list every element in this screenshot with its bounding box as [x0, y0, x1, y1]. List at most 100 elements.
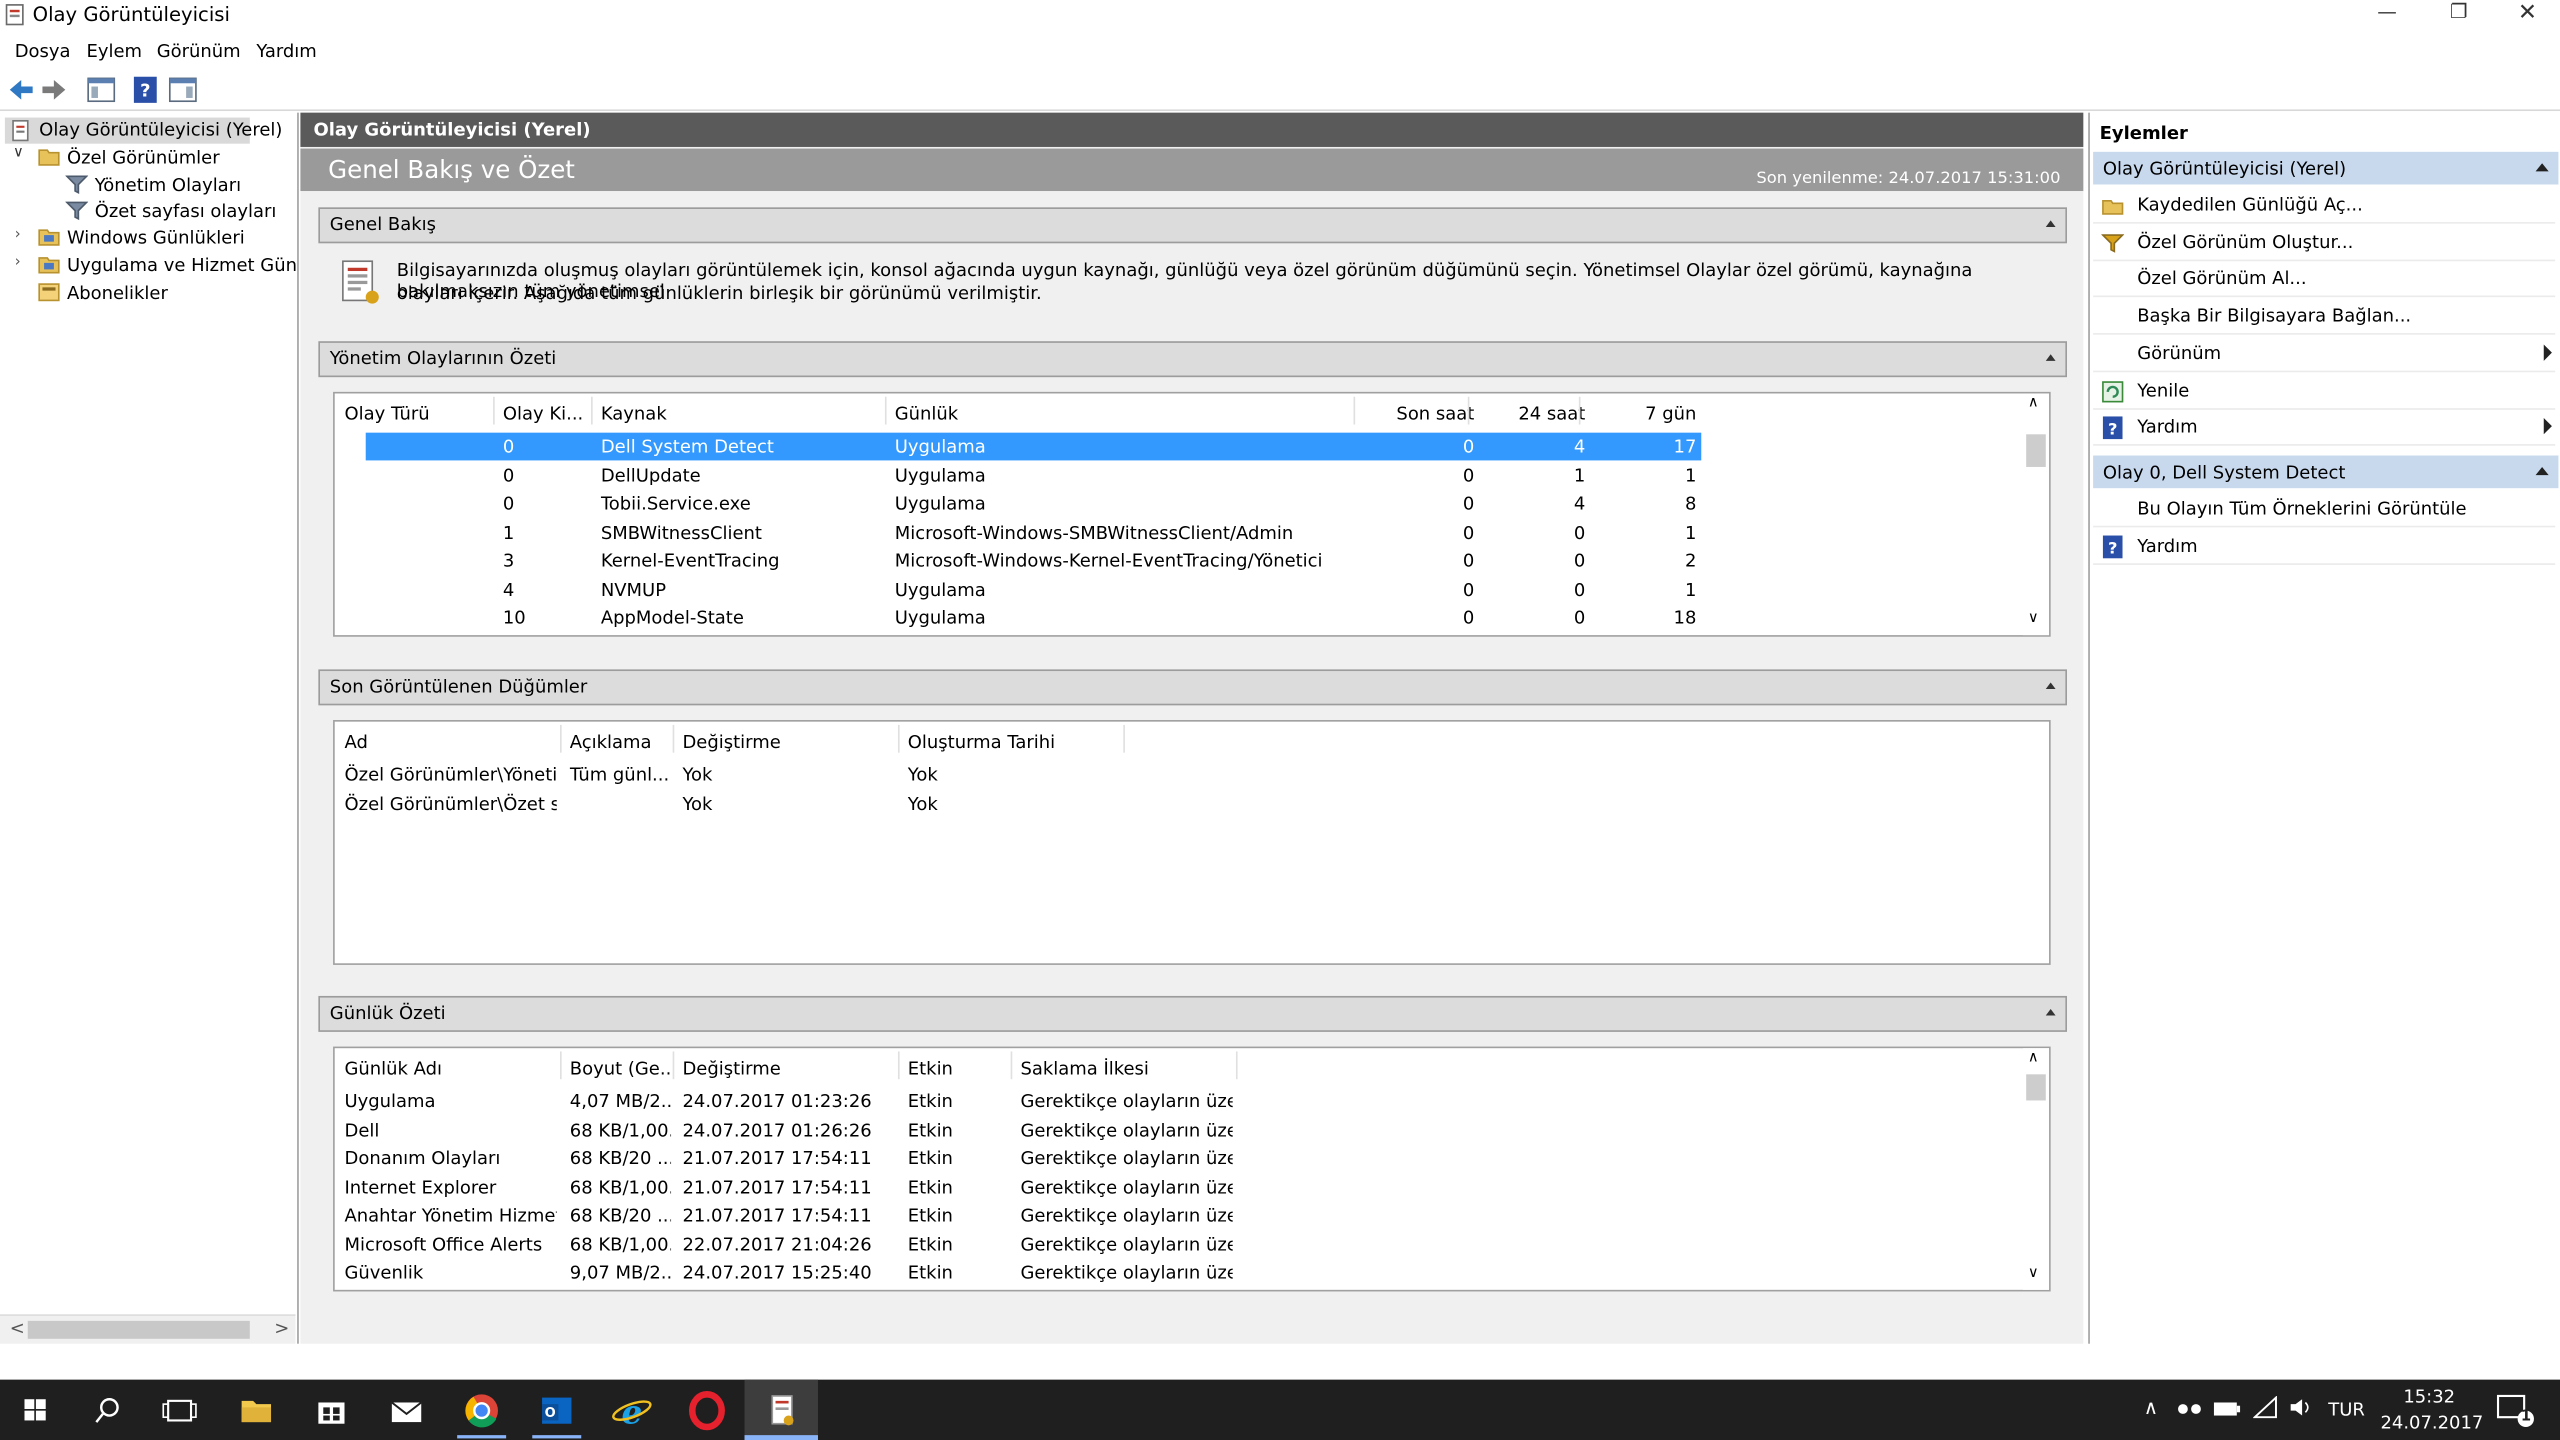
- internet-explorer-icon[interactable]: e: [602, 1388, 661, 1434]
- table-row[interactable]: 0 Dell System Detect Uygulama 0 4 17: [365, 432, 1702, 461]
- column-header[interactable]: Günlük: [895, 403, 1360, 424]
- table-row[interactable]: Özel Görünümler\Özet sa... Yok Yok: [335, 789, 1315, 817]
- column-header[interactable]: Kaynak: [601, 403, 887, 424]
- column-divider[interactable]: [1578, 396, 1581, 425]
- column-divider[interactable]: [897, 724, 900, 753]
- column-header[interactable]: Günlük Adı: [344, 1058, 556, 1079]
- collapse-icon[interactable]: [2045, 1009, 2056, 1016]
- table-row[interactable]: Güvenlik 9,07 MB/2... 24.07.2017 15:25:40 E…: [335, 1259, 1315, 1287]
- opera-icon[interactable]: [678, 1388, 737, 1434]
- column-header[interactable]: Olay Türü: [344, 403, 491, 424]
- menu-view[interactable]: Görünüm: [157, 41, 241, 62]
- log-summary-section-header[interactable]: Günlük Özeti: [318, 995, 2067, 1032]
- column-divider[interactable]: [1353, 396, 1356, 425]
- recent-nodes-section-header[interactable]: Son Görüntülenen Düğümler: [318, 669, 2067, 706]
- column-header[interactable]: Değiştirme: [682, 1058, 894, 1079]
- tray-overflow-icon[interactable]: ∧: [2144, 1396, 2158, 1419]
- column-divider[interactable]: [1123, 724, 1125, 753]
- minimize-button[interactable]: —: [2351, 0, 2423, 26]
- collapse-icon[interactable]: [2045, 682, 2056, 689]
- back-arrow-icon[interactable]: [7, 75, 36, 104]
- collapse-icon[interactable]: [2045, 354, 2056, 361]
- column-header[interactable]: Açıklama: [570, 731, 671, 752]
- column-header[interactable]: Olay Ki...: [503, 403, 594, 424]
- table-row[interactable]: 0 DellUpdate Uygulama 0 1 1: [366, 461, 1702, 489]
- scroll-right-icon[interactable]: >: [274, 1318, 289, 1339]
- column-divider[interactable]: [591, 396, 593, 425]
- scroll-up-icon[interactable]: ∧: [2028, 1050, 2039, 1066]
- action-help[interactable]: ? Yardım: [2093, 410, 2556, 447]
- clock-date[interactable]: 24.07.2017: [2380, 1412, 2483, 1433]
- action-view-all-instances[interactable]: Bu Olayın Tüm Örneklerini Görüntüle: [2093, 491, 2556, 528]
- column-header[interactable]: Oluşturma Tarihi: [908, 731, 1120, 752]
- admin-summary-section-header[interactable]: Yönetim Olaylarının Özeti: [318, 341, 2067, 378]
- expanded-chevron-icon[interactable]: ∨: [13, 145, 24, 161]
- actions-group-header-event[interactable]: Olay 0, Dell System Detect: [2093, 455, 2559, 489]
- show-hide-action-pane-icon[interactable]: [168, 75, 197, 104]
- action-view[interactable]: Görünüm: [2093, 336, 2556, 372]
- chrome-icon[interactable]: [452, 1388, 511, 1434]
- outlook-icon[interactable]: O: [527, 1388, 586, 1434]
- column-header[interactable]: Ad: [344, 731, 556, 752]
- collapsed-chevron-icon[interactable]: ›: [15, 255, 21, 271]
- mail-icon[interactable]: [377, 1388, 436, 1434]
- clock-time[interactable]: 15:32: [2403, 1386, 2455, 1407]
- column-header[interactable]: Son saat: [1363, 403, 1474, 424]
- admin-summary-vertical-scrollbar[interactable]: ∧ ∨: [2022, 393, 2050, 636]
- tree-summary-events[interactable]: Özet sayfası olayları: [95, 201, 277, 222]
- column-divider[interactable]: [560, 724, 562, 753]
- scroll-down-icon[interactable]: ∨: [2028, 1265, 2039, 1281]
- column-divider[interactable]: [672, 1051, 675, 1080]
- action-help-event[interactable]: ? Yardım: [2093, 528, 2556, 565]
- table-row[interactable]: 10 AppModel-State Uygulama 0 0 18: [366, 604, 1702, 632]
- scroll-up-icon[interactable]: ∧: [2028, 395, 2039, 411]
- column-divider[interactable]: [1010, 1051, 1013, 1080]
- table-row[interactable]: 4 NVMUP Uygulama 0 0 1: [366, 576, 1702, 604]
- table-row[interactable]: 1 SMBWitnessClient Microsoft-Windows-SMBWi…: [366, 518, 1702, 546]
- start-windows-icon[interactable]: [7, 1388, 66, 1434]
- tree-admin-events[interactable]: Yönetim Olayları: [95, 175, 241, 196]
- table-row[interactable]: Özel Görünümler\Yöneti... Tüm günl... Yok Y…: [335, 761, 1315, 789]
- column-header[interactable]: Boyut (Ge...: [570, 1058, 671, 1079]
- action-open-saved-log[interactable]: Kaydedilen Günlüğü Aç...: [2093, 188, 2556, 224]
- scrollbar-thumb[interactable]: [2026, 434, 2046, 467]
- column-divider[interactable]: [672, 724, 675, 753]
- log-summary-vertical-scrollbar[interactable]: ∧ ∨: [2022, 1048, 2050, 1290]
- forward-arrow-icon[interactable]: [39, 75, 68, 104]
- table-row[interactable]: Donanım Olayları 68 KB/20 ... 21.07.2017 1…: [335, 1145, 1315, 1173]
- column-header[interactable]: 24 saat: [1478, 403, 1585, 424]
- search-icon[interactable]: [78, 1388, 137, 1434]
- collapse-icon[interactable]: [2045, 220, 2056, 227]
- column-header[interactable]: Saklama İlkesi: [1020, 1058, 1232, 1079]
- store-icon[interactable]: [302, 1388, 361, 1434]
- column-divider[interactable]: [897, 1051, 900, 1080]
- action-create-custom-view[interactable]: Özel Görünüm Oluştur...: [2093, 225, 2556, 261]
- submenu-arrow-icon[interactable]: [2543, 344, 2552, 361]
- column-header[interactable]: Etkin: [908, 1058, 1006, 1079]
- actions-group-header-local[interactable]: Olay Görüntüleyicisi (Yerel): [2093, 151, 2559, 185]
- column-divider[interactable]: [560, 1051, 562, 1080]
- volume-icon[interactable]: [2287, 1396, 2313, 1419]
- column-divider[interactable]: [493, 396, 495, 425]
- restore-button[interactable]: ❐: [2423, 0, 2495, 26]
- collapse-icon[interactable]: [2535, 163, 2549, 172]
- action-import-custom-view[interactable]: Özel Görünüm Al...: [2093, 262, 2556, 298]
- menu-help[interactable]: Yardım: [256, 41, 316, 62]
- table-row[interactable]: Anahtar Yönetim Hizmeti 68 KB/20 ... 21.07…: [335, 1202, 1315, 1230]
- column-divider[interactable]: [1467, 396, 1470, 425]
- column-header[interactable]: Değiştirme: [682, 731, 894, 752]
- tree-app-service-logs[interactable]: Uygulama ve Hizmet Günlükl: [67, 255, 296, 276]
- table-row[interactable]: Uygulama 4,07 MB/2... 24.07.2017 01:23:26 E…: [335, 1087, 1315, 1115]
- collapse-icon[interactable]: [2535, 466, 2549, 476]
- table-row[interactable]: 3 Kernel-EventTracing Microsoft-Windows-Ke…: [366, 547, 1702, 575]
- wifi-icon[interactable]: [2253, 1395, 2279, 1419]
- scroll-down-icon[interactable]: ∨: [2028, 611, 2039, 627]
- column-divider[interactable]: [1235, 1051, 1238, 1080]
- tree-root[interactable]: Olay Görüntüleyicisi (Yerel): [39, 119, 282, 140]
- tree-windows-logs[interactable]: Windows Günlükleri: [67, 227, 245, 248]
- submenu-arrow-icon[interactable]: [2543, 418, 2552, 435]
- menu-action[interactable]: Eylem: [87, 41, 143, 62]
- column-header[interactable]: 7 gün: [1589, 403, 1696, 424]
- table-row[interactable]: Internet Explorer 68 KB/1,00... 21.07.2017…: [335, 1173, 1315, 1201]
- column-divider[interactable]: [884, 396, 887, 425]
